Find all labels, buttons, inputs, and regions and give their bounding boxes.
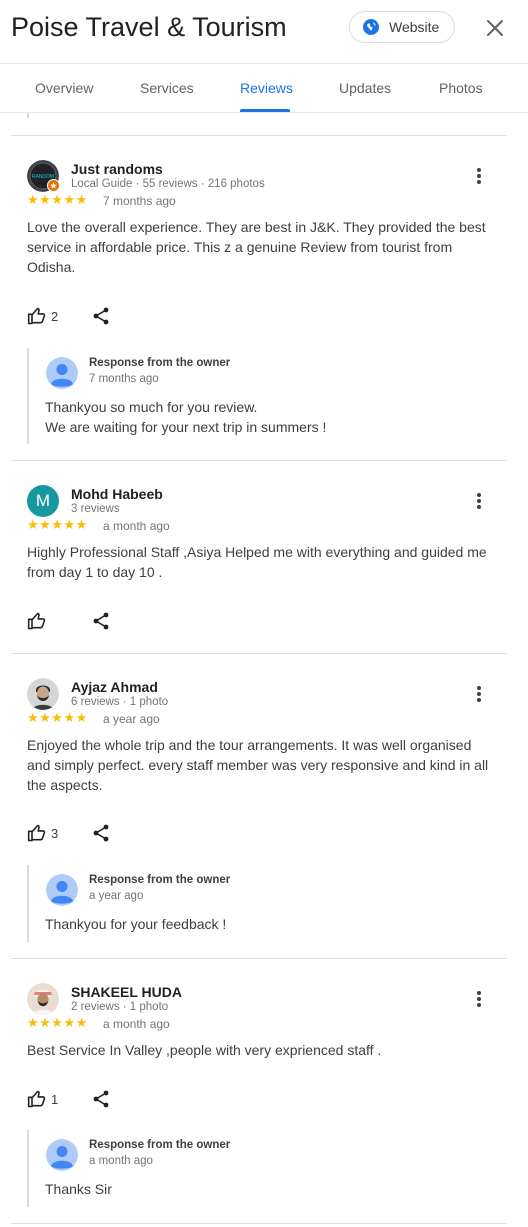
avatar[interactable]: M <box>27 485 59 517</box>
more-vert-icon <box>477 168 481 184</box>
owner-response-label: Response from the owner <box>89 1139 231 1151</box>
share-button[interactable] <box>91 1089 111 1109</box>
star-rating: ★★★★★ <box>27 710 88 725</box>
close-button[interactable] <box>482 15 508 41</box>
like-button[interactable]: 2 <box>27 305 58 327</box>
more-options-button[interactable] <box>472 682 486 706</box>
share-icon <box>93 307 109 325</box>
review-date: a month ago <box>103 1017 170 1031</box>
owner-response: Response from the owner a month ago Than… <box>27 1130 487 1207</box>
reviewer-name[interactable]: Just randoms <box>71 161 163 177</box>
local-guide-badge-icon <box>47 179 60 192</box>
thumbs-up-icon <box>27 1090 46 1108</box>
owner-response-text: Thankyou so much for you review. We are … <box>45 399 327 435</box>
more-options-button[interactable] <box>472 489 486 513</box>
owner-avatar <box>46 1139 78 1171</box>
tab-services[interactable]: Services <box>140 80 194 96</box>
like-count: 2 <box>51 308 59 324</box>
share-icon <box>93 824 109 842</box>
place-header: Poise Travel & Tourism Website <box>0 0 528 62</box>
tab-photos[interactable]: Photos <box>439 80 483 96</box>
review-divider <box>11 653 507 654</box>
website-button[interactable]: Website <box>349 11 455 43</box>
owner-avatar <box>46 357 78 389</box>
avatar[interactable] <box>27 678 59 710</box>
share-button[interactable] <box>91 823 111 843</box>
thumbs-up-icon <box>27 612 46 630</box>
share-icon <box>93 612 109 630</box>
tab-updates[interactable]: Updates <box>339 80 391 96</box>
owner-response-date: 7 months ago <box>89 373 159 385</box>
owner-response: Response from the owner a year ago Thank… <box>27 865 487 942</box>
thumbs-up-icon <box>27 824 46 842</box>
star-rating: ★★★★★ <box>27 517 88 532</box>
review-text: Love the overall experience. They are be… <box>27 219 486 275</box>
previous-response-border <box>27 113 29 118</box>
website-button-label: Website <box>389 19 440 35</box>
review-divider <box>11 958 507 959</box>
reviewer-name[interactable]: SHAKEEL HUDA <box>71 984 182 1000</box>
share-button[interactable] <box>91 306 111 326</box>
close-icon <box>487 20 503 36</box>
active-tab-indicator <box>240 109 290 112</box>
owner-response: Response from the owner 7 months ago Tha… <box>27 348 487 444</box>
page-title: Poise Travel & Tourism <box>11 12 287 42</box>
star-rating: ★★★★★ <box>27 1015 88 1030</box>
review-text: Highly Professional Staff ,Asiya Helped … <box>27 544 487 580</box>
tab-reviews[interactable]: Reviews <box>240 80 293 96</box>
review-date: a month ago <box>103 519 170 533</box>
owner-response-label: Response from the owner <box>89 874 231 886</box>
reviewer-meta: Local Guide · 55 reviews · 216 photos <box>71 178 265 190</box>
like-count: 3 <box>51 825 59 841</box>
reviewer-meta: 3 reviews <box>71 503 120 515</box>
tab-bar: Overview Services Reviews Updates Photos <box>0 63 528 113</box>
like-button[interactable]: 1 <box>27 1088 58 1110</box>
review-divider <box>11 135 507 136</box>
more-vert-icon <box>477 686 481 702</box>
share-icon <box>93 1090 109 1108</box>
globe-icon <box>363 19 379 35</box>
like-button[interactable] <box>27 610 51 632</box>
more-options-button[interactable] <box>472 164 486 188</box>
owner-response-text: Thankyou for your feedback ! <box>45 916 227 932</box>
owner-response-date: a year ago <box>89 890 144 902</box>
review-divider <box>11 1223 507 1224</box>
reviewer-meta: 6 reviews · 1 photo <box>71 696 169 708</box>
reviewer-meta: 2 reviews · 1 photo <box>71 1001 169 1013</box>
review-date: 7 months ago <box>103 194 176 208</box>
tab-overview[interactable]: Overview <box>35 80 93 96</box>
review-text: Best Service In Valley ,people with very… <box>27 1042 382 1058</box>
owner-response-date: a month ago <box>89 1155 153 1167</box>
like-count: 1 <box>51 1091 59 1107</box>
more-vert-icon <box>477 991 481 1007</box>
review-date: a year ago <box>103 712 160 726</box>
review-text: Enjoyed the whole trip and the tour arra… <box>27 737 489 793</box>
like-button[interactable]: 3 <box>27 822 58 844</box>
star-rating: ★★★★★ <box>27 192 88 207</box>
more-options-button[interactable] <box>472 987 486 1011</box>
reviewer-name[interactable]: Ayjaz Ahmad <box>71 679 158 695</box>
more-vert-icon <box>477 493 481 509</box>
thumbs-up-icon <box>27 307 46 325</box>
share-button[interactable] <box>91 611 111 631</box>
reviewer-name[interactable]: Mohd Habeeb <box>71 486 163 502</box>
owner-avatar <box>46 874 78 906</box>
owner-response-text: Thanks Sir <box>45 1181 112 1197</box>
avatar[interactable] <box>27 983 59 1015</box>
owner-response-label: Response from the owner <box>89 357 231 369</box>
review-divider <box>11 460 507 461</box>
